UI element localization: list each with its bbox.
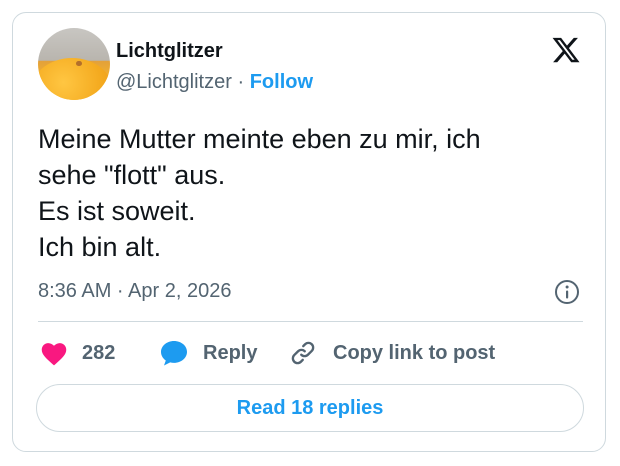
speech-bubble-icon <box>161 341 187 366</box>
avatar-stem <box>76 61 82 66</box>
handle-separator: · <box>237 71 245 93</box>
copy-link-button[interactable]: Copy link to post <box>289 337 495 369</box>
read-replies-button[interactable]: Read 18 replies <box>36 384 584 432</box>
tweet-line-1: Meine Mutter meinte eben zu mir, ich <box>38 124 481 154</box>
reply-button[interactable]: Reply <box>159 337 257 369</box>
display-name[interactable]: Lichtglitzer <box>116 39 223 63</box>
tweet-line-2: sehe "flott" aus. <box>38 160 226 190</box>
handle-row: @Lichtglitzer · Follow <box>116 70 313 94</box>
link-icon <box>291 341 315 365</box>
divider <box>38 321 583 322</box>
like-count: 282 <box>82 342 116 364</box>
like-button[interactable]: 282 <box>40 337 115 369</box>
tweet-text: Meine Mutter meinte eben zu mir, ich seh… <box>38 121 583 265</box>
reply-label: Reply <box>203 342 258 364</box>
timestamp[interactable]: 8:36 AM · Apr 2, 2026 <box>38 279 231 303</box>
heart-icon <box>41 343 67 366</box>
follow-button[interactable]: Follow <box>250 71 313 93</box>
avatar-orange <box>38 58 110 100</box>
tweet-line-3: Es ist soweit. <box>38 196 196 226</box>
x-logo-icon[interactable] <box>551 35 581 65</box>
copy-link-label: Copy link to post <box>333 342 496 364</box>
info-icon[interactable] <box>554 279 580 305</box>
user-handle[interactable]: @Lichtglitzer <box>116 71 232 93</box>
avatar[interactable] <box>38 28 110 100</box>
tweet-card: Lichtglitzer @Lichtglitzer · Follow Mein… <box>12 12 606 452</box>
tweet-line-4: Ich bin alt. <box>38 232 162 262</box>
read-replies-label: Read 18 replies <box>236 397 384 419</box>
